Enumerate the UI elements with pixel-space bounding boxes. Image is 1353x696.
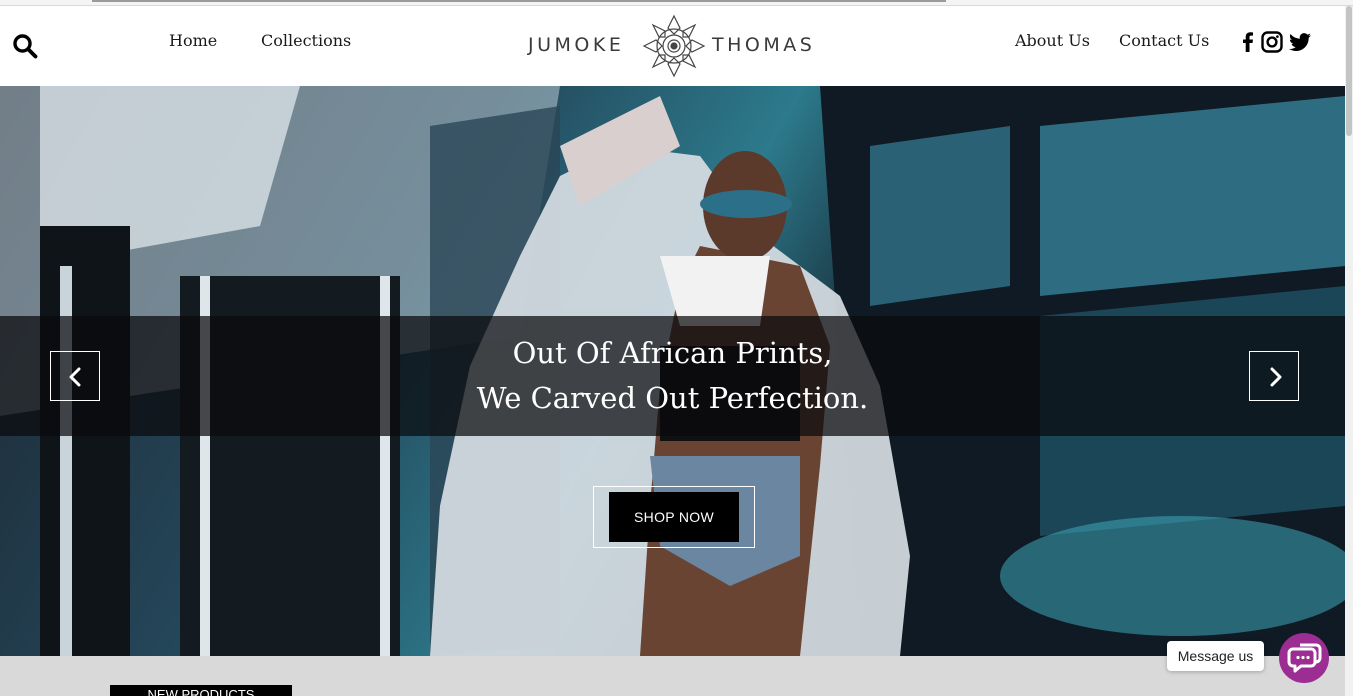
brand-logo[interactable]: JUMOKE THOMAS bbox=[528, 10, 824, 80]
chat-bubble-icon bbox=[1287, 643, 1322, 673]
mandala-logo-icon bbox=[642, 14, 706, 78]
message-us-label[interactable]: Message us bbox=[1167, 641, 1264, 671]
search-icon[interactable] bbox=[12, 33, 38, 59]
new-products-section: NEW PRODUCTS bbox=[0, 656, 1345, 696]
nav-about-us[interactable]: About Us bbox=[1015, 31, 1090, 50]
shop-now-button[interactable]: SHOP NOW bbox=[609, 492, 739, 542]
hero-title-line-1: Out Of African Prints, bbox=[512, 336, 833, 370]
nav-collections[interactable]: Collections bbox=[261, 31, 351, 50]
site-header: Home Collections JUMOKE THOMAS About Us … bbox=[0, 6, 1353, 86]
hero-title: Out Of African Prints, We Carved Out Per… bbox=[0, 331, 1345, 421]
chevron-left-icon bbox=[69, 367, 81, 387]
nav-contact-us[interactable]: Contact Us bbox=[1119, 31, 1209, 50]
chevron-right-icon bbox=[1270, 367, 1282, 387]
slider-prev-button[interactable] bbox=[50, 351, 100, 401]
hero-slider: Out Of African Prints, We Carved Out Per… bbox=[0, 86, 1345, 656]
chat-button[interactable] bbox=[1279, 633, 1329, 683]
logo-word-right: THOMAS bbox=[712, 34, 816, 56]
instagram-icon[interactable] bbox=[1260, 30, 1284, 54]
scrollbar-thumb[interactable] bbox=[1346, 6, 1352, 136]
new-products-heading: NEW PRODUCTS bbox=[110, 685, 292, 696]
facebook-icon[interactable] bbox=[1236, 30, 1260, 54]
loading-bar bbox=[92, 0, 946, 2]
twitter-icon[interactable] bbox=[1288, 30, 1312, 54]
page-scrollbar[interactable] bbox=[1345, 6, 1353, 696]
nav-home[interactable]: Home bbox=[169, 31, 217, 50]
logo-word-left: JUMOKE bbox=[528, 34, 625, 56]
slider-next-button[interactable] bbox=[1249, 351, 1299, 401]
hero-title-line-2: We Carved Out Perfection. bbox=[476, 381, 869, 415]
